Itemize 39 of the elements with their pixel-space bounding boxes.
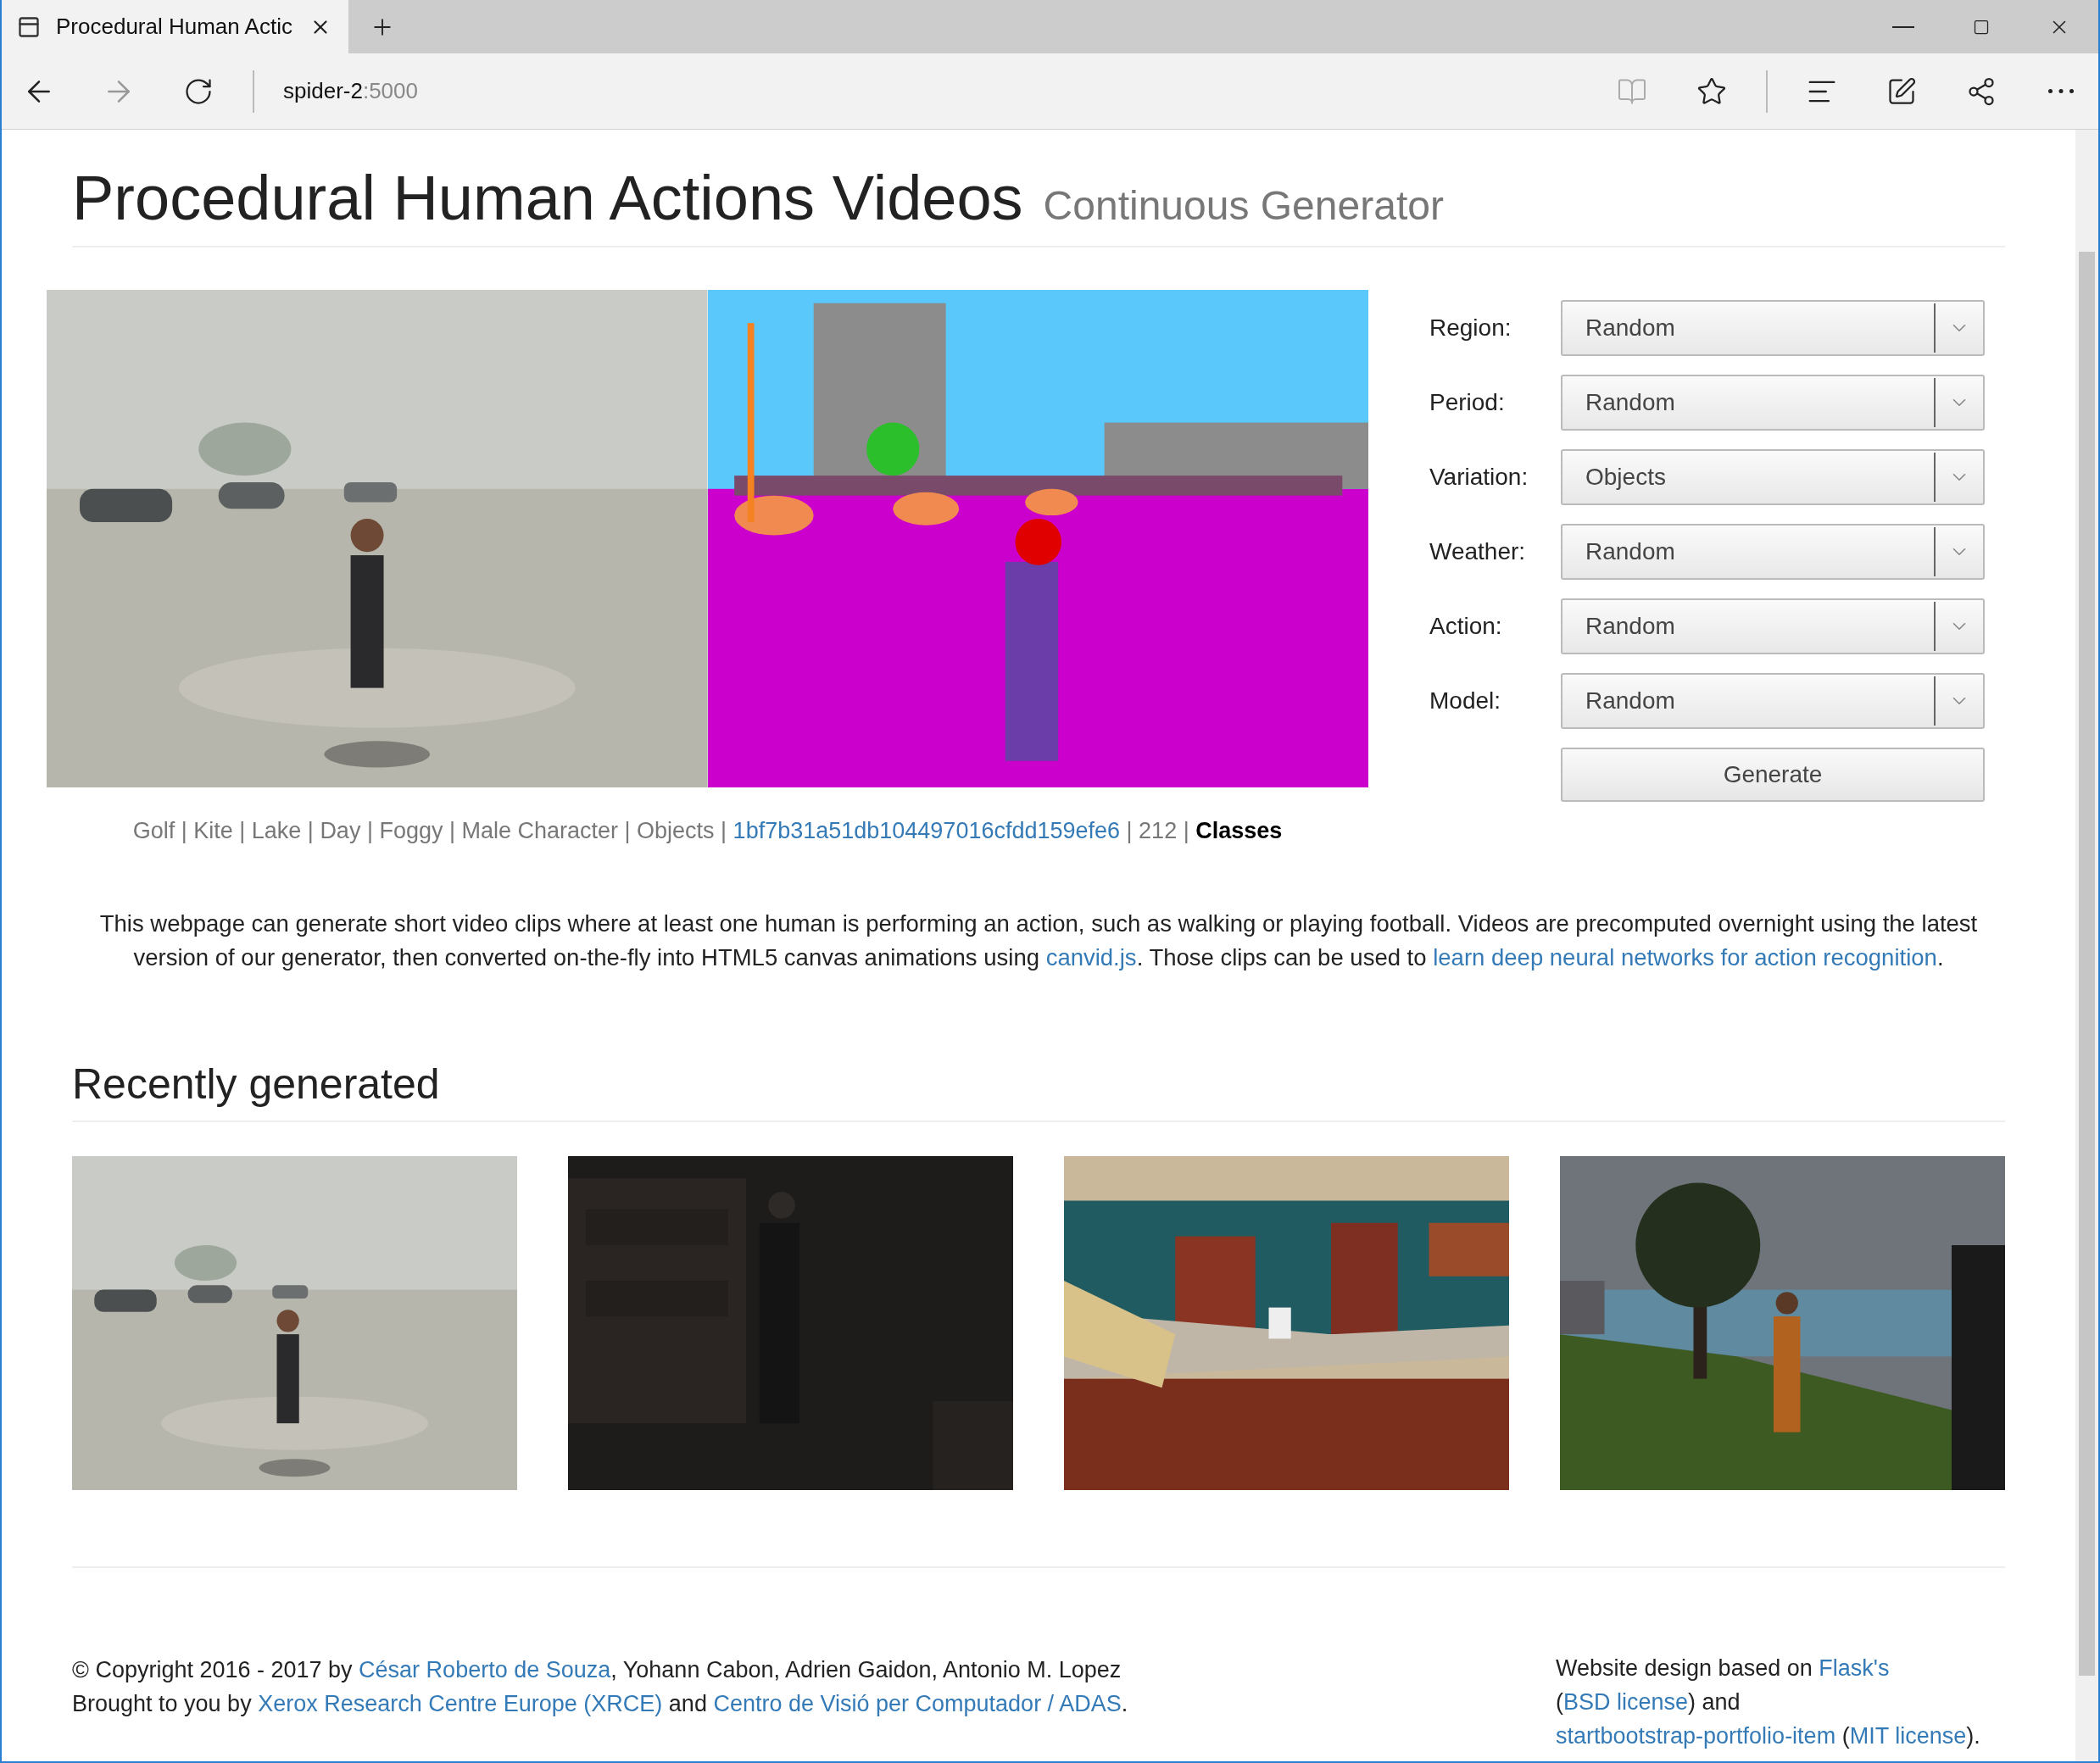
video-caption: Golf | Kite | Lake | Day | Foggy | Male Character | Objects | 1bf7b31a51db104497016cfdd159efe6 | 212 | Classes — [132, 818, 1283, 844]
page-subtitle: Continuous Generator — [1043, 182, 1444, 229]
dropdown-select[interactable]: Random — [1561, 524, 1985, 580]
description-text: This webpage can generate short video clips where at least one human is performing an action, such as walking or playing football. Videos are precomputed overnight using the latest version of our generator, then converted on-the-fly into HTML5 canvas animations using canvid.js. Those clips can be used to learn deep neural networks for action recognition. — [98, 909, 1979, 972]
star-icon — [1696, 75, 1727, 107]
field-label: Region: — [1429, 314, 1512, 342]
scrollbar[interactable] — [2075, 130, 2098, 1761]
maximize-icon — [1973, 18, 1990, 36]
page-title: Procedural Human Actions Videos — [72, 162, 1023, 234]
link[interactable]: Xerox Research Centre Europe (XRCE) — [258, 1691, 663, 1716]
section-heading: Recently generated — [72, 1059, 2005, 1122]
link[interactable]: César Roberto de Souza — [359, 1657, 611, 1682]
link[interactable]: MIT license — [1849, 1723, 1967, 1749]
dropdown-select[interactable]: Random — [1561, 300, 1985, 356]
footer-text: Brought to you by Xerox Research Centre Europe (XRCE) and Centro de Visió per Computador / ADAS. — [72, 1690, 1128, 1718]
field-label: Period: — [1429, 389, 1506, 416]
field-label: Variation: — [1429, 464, 1529, 491]
minimize-icon — [1892, 25, 1914, 28]
field-label: Model: — [1429, 687, 1502, 715]
footer-credits: Website design based on Flask's (BSD license) and startbootstrap-portfolio-item (MIT license). — [1556, 1655, 1981, 1750]
pen-square-icon — [1886, 75, 1917, 107]
link[interactable]: 1bf7b31a51db104497016cfdd159efe6 — [732, 818, 1121, 843]
field-label: Weather: — [1429, 538, 1527, 565]
generate-button[interactable]: Generate — [1561, 748, 1985, 802]
link[interactable]: Centro de Visió per Computador / ADAS — [713, 1691, 1122, 1716]
tab-page-icon — [17, 14, 41, 39]
link[interactable]: BSD license — [1563, 1689, 1689, 1715]
more-icon — [2048, 89, 2074, 93]
dropdown-select[interactable]: Random — [1561, 598, 1985, 654]
field-label: Action: — [1429, 613, 1503, 640]
link[interactable]: learn deep neural networks for action recognition — [1433, 944, 1937, 970]
link[interactable]: Flask's — [1819, 1655, 1890, 1681]
dropdown-select[interactable]: Random — [1561, 375, 1985, 431]
dropdown-select[interactable]: Random — [1561, 673, 1985, 729]
link[interactable]: canvid.js — [1045, 944, 1137, 970]
link[interactable]: startbootstrap-portfolio-item — [1556, 1723, 1836, 1749]
share-icon — [1966, 75, 1997, 107]
footer-text: © Copyright 2016 - 2017 by César Roberto de Souza, Yohann Cabon, Adrien Gaidon, Antonio M. Lopez — [72, 1656, 1122, 1684]
dropdown-select[interactable]: Objects — [1561, 449, 1985, 505]
